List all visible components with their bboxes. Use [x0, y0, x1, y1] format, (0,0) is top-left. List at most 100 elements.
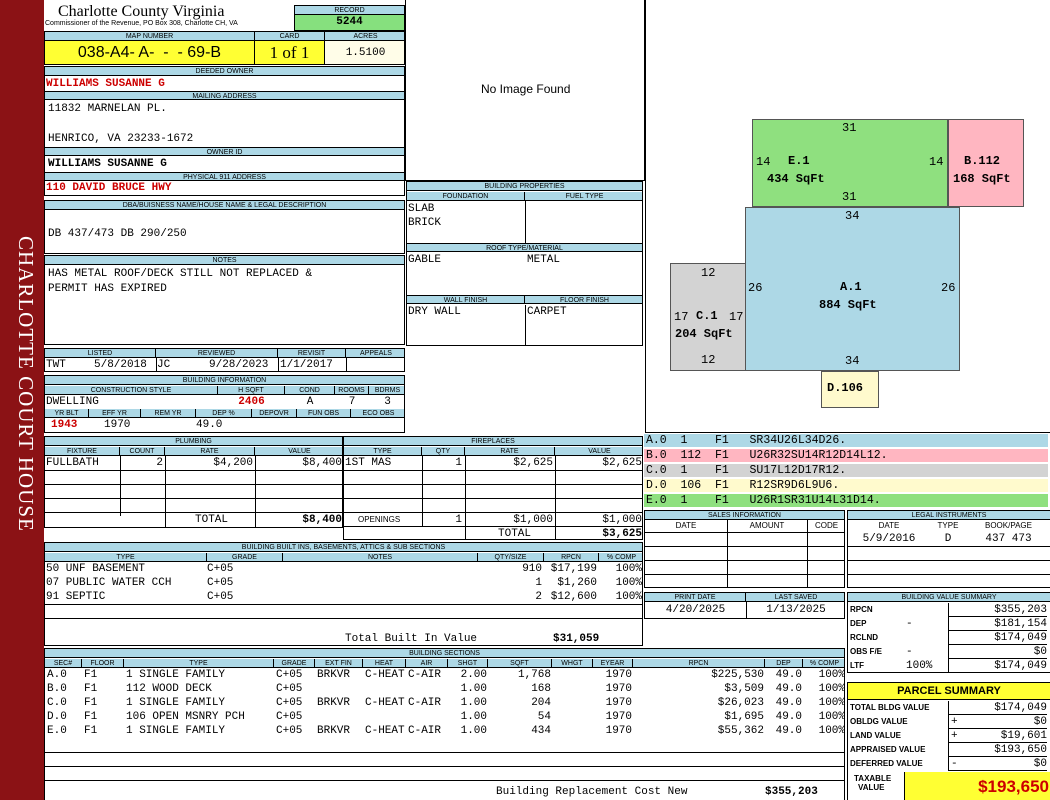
plumbing-h-rate: RATE	[165, 447, 255, 456]
fp-h-qty: QTY	[422, 447, 465, 456]
sketch-label: 17	[729, 310, 744, 324]
sketch-legend-row: E.0 1 F1 U26R1SR31U14L31D14.	[644, 494, 1048, 508]
section-cell: 1 SINGLE FAMILY	[126, 697, 226, 709]
mailing-line2: HENRICO, VA 23233-1672	[48, 133, 194, 145]
sketch-section-a: 34 34 26 26 A.1 884 SqFt	[745, 207, 960, 371]
sales-label: SALES INFORMATION	[645, 511, 844, 520]
bvs-sign	[906, 631, 946, 645]
legal-instruments: LEGAL INSTRUMENTS DATE TYPE BOOK/PAGE 5/…	[847, 510, 1050, 588]
section-cell: D.0	[47, 711, 67, 723]
no-image-text: No Image Found	[481, 82, 571, 96]
parcel-summary: PARCEL SUMMARY TOTAL BLDG VALUE $174,049 O…	[847, 682, 1050, 800]
sketch-label: 168 SqFt	[953, 172, 1011, 186]
section-cell: C+05	[276, 683, 303, 695]
section-header: GRADE	[274, 659, 315, 668]
listed-by: TWT	[46, 359, 66, 371]
sketch-label: 31	[842, 121, 857, 135]
physical-label: PHYSICAL 911 ADDRESS	[45, 172, 404, 181]
plumbing-table: PLUMBING FIXTURE COUNT RATE VALUE FULLBA…	[44, 436, 343, 528]
builtin-cell: 1	[535, 577, 542, 589]
builtin-cell: C+05	[207, 591, 234, 603]
parcel-label: PARCEL SUMMARY	[848, 683, 1050, 700]
bi-label: BUILDING INFORMATION	[45, 376, 404, 385]
legal-h-date: DATE	[878, 521, 900, 530]
bi-h-comp: % COMP	[599, 553, 642, 562]
plumbing-h-fixture: FIXTURE	[45, 447, 120, 456]
sketch-section-e: 31 31 14 14 E.1 434 SqFt	[752, 119, 948, 207]
bvs-value: $174,049	[948, 631, 1047, 645]
notes-line2: PERMIT HAS EXPIRED	[48, 283, 167, 295]
plumbing-total: $8,400	[302, 514, 342, 526]
section-cell: 1970	[605, 669, 632, 681]
legal-label: LEGAL INSTRUMENTS	[848, 511, 1050, 520]
county-title: Charlotte County Virginia	[58, 3, 225, 20]
builtin-cell	[283, 562, 476, 576]
floor-finish: CARPET	[527, 306, 567, 318]
builtin-cell: 07 PUBLIC WATER CCH	[46, 577, 172, 589]
print-label: PRINT DATE	[645, 593, 746, 602]
section-header: WHGT	[552, 659, 593, 668]
section-cell: C+05	[276, 711, 303, 723]
section-cell: 49.0	[775, 711, 802, 723]
deeded-owner: WILLIAMS SUSANNE G	[46, 78, 165, 90]
map-label: MAP NUMBER	[45, 32, 255, 41]
section-cell: 1.00	[460, 683, 487, 695]
bp-label: BUILDING PROPERTIES	[407, 182, 642, 191]
section-cell: 100%	[818, 683, 845, 695]
cs-label: CONSTRUCTION STYLE	[45, 386, 218, 395]
roof-label: ROOF TYPE/MATERIAL	[407, 243, 642, 252]
builtin-cell	[283, 590, 476, 604]
notes-line1: HAS METAL ROOF/DECK STILL NOT REPLACED &	[48, 268, 313, 280]
depovr-label: DEPOVR	[252, 409, 297, 418]
value-summary: BUILDING VALUE SUMMARY RPCN $355,203 DEP - $…	[847, 592, 1050, 673]
bi-h-qty: QTY/SIZE	[478, 553, 544, 562]
foundation-1: SLAB	[408, 203, 435, 215]
roof-type: GABLE	[408, 254, 442, 266]
building-properties: BUILDING PROPERTIES FOUNDATION FUEL TYPE…	[406, 181, 643, 346]
wall-finish: DRY WALL	[408, 306, 461, 318]
mailing-line1: 11832 MARNELAN PL.	[48, 103, 167, 115]
sales-h-date: DATE	[675, 521, 697, 530]
parcel-row-label: OBLDG VALUE	[850, 717, 908, 726]
reviewed-by: JC	[157, 359, 171, 371]
owner-box: DEEDED OWNER WILLIAMS SUSANNE G MAILING …	[44, 66, 405, 196]
fp-value: $2,625	[602, 457, 642, 469]
acres-label: ACRES	[325, 32, 404, 41]
dba-label: DBA/BUISNESS NAME/HOUSE NAME & LEGAL DES…	[45, 201, 404, 210]
taxable-label-2: VALUE	[858, 783, 885, 792]
fp-total-label: TOTAL	[498, 528, 532, 540]
bvs-label: DEP	[850, 619, 867, 628]
section-cell	[408, 710, 447, 724]
builtin-cell: C+05	[207, 563, 234, 575]
bdrms-label: BDRMS	[369, 386, 404, 395]
legal-type: D	[944, 533, 952, 545]
brcn-label: Building Replacement Cost New	[496, 786, 688, 798]
section-cell: 100%	[818, 711, 845, 723]
sketch-label: A.1	[840, 280, 862, 294]
sections-label: BUILDING SECTIONS	[45, 649, 844, 658]
fp-openings-label: OPENINGS	[358, 515, 401, 524]
foundation-label: FOUNDATION	[407, 192, 525, 201]
bvs-label: LTF	[850, 661, 865, 670]
fp-openings-rate: $1,000	[513, 514, 553, 526]
fp-total: $3,625	[602, 528, 642, 540]
map-number: 038-A4- A- - - 69-B	[45, 41, 255, 64]
building-info: BUILDING INFORMATION CONSTRUCTION STYLE …	[44, 375, 405, 433]
section-cell: 49.0	[775, 697, 802, 709]
plumbing-h-count: COUNT	[120, 447, 165, 456]
section-cell: C-HEAT	[365, 725, 405, 737]
builtins-total-label: Total Built In Value	[345, 633, 478, 645]
section-cell: 112 WOOD DECK	[126, 683, 212, 695]
wall-label: WALL FINISH	[407, 295, 525, 304]
bvs-sign	[906, 603, 946, 617]
section-cell: C-AIR	[408, 697, 442, 709]
builtin-cell: $1,260	[557, 577, 597, 589]
card-value: 1 of 1	[255, 41, 325, 64]
section-cell: 1.00	[460, 697, 487, 709]
section-cell: B.0	[47, 683, 67, 695]
mailing-label: MAILING ADDRESS	[45, 91, 404, 100]
builtin-cell: 910	[522, 563, 542, 575]
sketch-label: 204 SqFt	[675, 327, 733, 341]
hsqft-value: 2406	[238, 396, 265, 408]
revisit-date: 1/1/2017	[280, 359, 333, 371]
